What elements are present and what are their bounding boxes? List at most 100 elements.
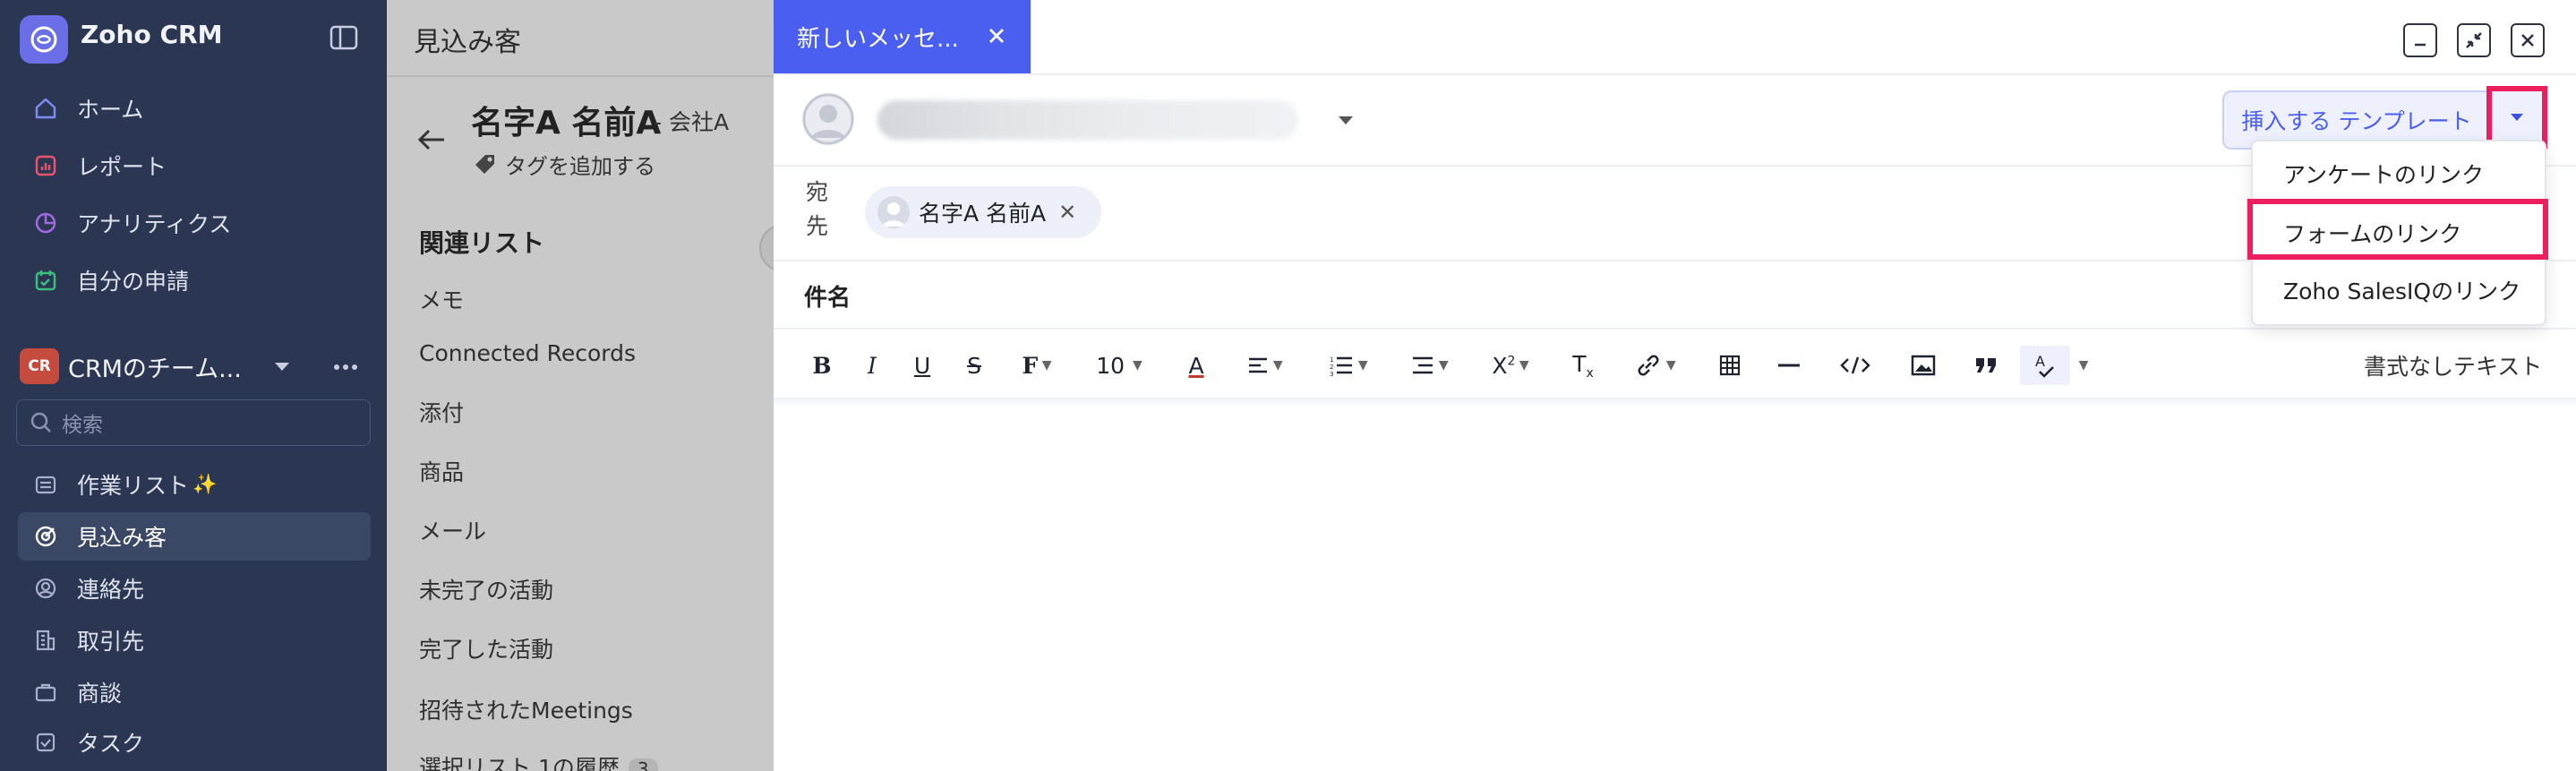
spellcheck-icon[interactable]: A xyxy=(2020,346,2070,385)
search-icon xyxy=(30,411,53,434)
sidebar-item-worklist[interactable]: 作業リスト ✨ xyxy=(18,460,371,509)
divider xyxy=(774,73,2576,75)
briefcase-icon xyxy=(30,677,61,707)
related-item-attachments[interactable]: 添付 xyxy=(419,396,464,428)
divider xyxy=(387,75,774,77)
font-family-icon[interactable]: F ▼ xyxy=(1010,346,1064,385)
lead-name: 名字A 名前A xyxy=(471,105,662,141)
app-name: Zoho CRM xyxy=(81,20,223,49)
sidebar-item-reports[interactable]: レポート xyxy=(18,141,371,190)
team-name[interactable]: CRMのチーム... xyxy=(68,349,242,384)
chevron-down-icon[interactable] xyxy=(269,355,295,380)
close-icon[interactable] xyxy=(983,21,1010,50)
sidebar-item-deals[interactable]: 商談 xyxy=(18,668,371,716)
recipient-name: 名字A 名前A xyxy=(919,201,1047,227)
italic-icon[interactable]: I xyxy=(856,346,888,385)
related-item-picklist-history[interactable]: 選択リスト 1の履歴 3 xyxy=(419,750,658,771)
subject-label: 件名 xyxy=(804,285,852,312)
quote-icon[interactable] xyxy=(1968,346,2004,385)
tag-icon xyxy=(471,151,500,178)
sidebar-item-label: 取引先 xyxy=(77,629,145,655)
sidebar-item-home[interactable]: ホーム xyxy=(18,84,371,133)
collapse-window-icon[interactable] xyxy=(2457,23,2491,57)
horizontal-line-icon[interactable] xyxy=(1771,346,1807,385)
sidebar-item-my-requests[interactable]: 自分の申請 xyxy=(18,256,371,304)
toolbar-divider xyxy=(774,398,2576,407)
message-tab-title: 新しいメッセ... xyxy=(797,25,959,53)
sidebar-item-accounts[interactable]: 取引先 xyxy=(18,616,371,664)
minimize-icon[interactable] xyxy=(2403,23,2437,57)
sidebar-item-label: タスク xyxy=(77,731,145,757)
image-icon[interactable] xyxy=(1905,346,1941,385)
add-tag-link[interactable]: タグを追加する xyxy=(471,149,655,180)
numbered-list-icon[interactable]: 123 ▼ xyxy=(1316,346,1381,385)
search-input[interactable]: 検索 xyxy=(16,399,371,446)
sidebar-item-analytics[interactable]: アナリティクス xyxy=(18,199,371,247)
font-size-value: 10 xyxy=(1096,352,1125,379)
related-item-invited-meetings[interactable]: 招待されたMeetings xyxy=(419,693,633,725)
search-placeholder: 検索 xyxy=(62,414,103,437)
code-icon[interactable] xyxy=(1836,346,1875,385)
svg-text:A: A xyxy=(2035,353,2045,370)
remove-recipient-icon[interactable]: ✕ xyxy=(1058,200,1076,225)
sparkle-icon: ✨ xyxy=(193,473,218,496)
zoho-crm-logo-icon xyxy=(20,15,68,64)
svg-text:2: 2 xyxy=(1330,364,1333,371)
back-arrow-icon[interactable] xyxy=(414,124,449,156)
related-item-open-activities[interactable]: 未完了の活動 xyxy=(419,573,553,605)
divider xyxy=(774,328,2576,330)
related-item-connected-records[interactable]: Connected Records xyxy=(419,340,636,366)
menu-item-survey-link[interactable]: アンケートのリンク xyxy=(2283,158,2484,190)
strikethrough-icon[interactable]: S xyxy=(958,346,990,385)
underline-icon[interactable]: U xyxy=(906,346,938,385)
leads-icon xyxy=(30,521,61,552)
text-color-icon[interactable]: A xyxy=(1178,346,1214,385)
sidebar-item-label: 商談 xyxy=(77,681,123,707)
spellcheck-dropdown-icon[interactable]: ▼ xyxy=(2072,346,2095,385)
sidebar-item-label: アナリティクス xyxy=(77,211,232,237)
more-options-icon[interactable] xyxy=(328,355,364,380)
task-icon xyxy=(30,727,61,758)
bold-icon[interactable]: B xyxy=(806,346,838,385)
recipient-avatar xyxy=(877,196,910,228)
table-icon[interactable] xyxy=(1712,346,1748,385)
sidebar-item-leads[interactable]: 見込み客 xyxy=(18,512,371,561)
related-item-emails[interactable]: メール xyxy=(419,514,486,546)
sidebar-collapse-icon[interactable] xyxy=(328,23,360,52)
related-item-notes[interactable]: メモ xyxy=(419,283,464,315)
sidebar-item-label: 自分の申請 xyxy=(77,269,190,295)
menu-item-salesiq-link[interactable]: Zoho SalesIQのリンク xyxy=(2283,274,2520,306)
clear-format-icon[interactable]: Tx xyxy=(1565,346,1601,385)
sidebar-item-label: ホーム xyxy=(77,97,144,123)
building-icon xyxy=(30,625,61,655)
sender-avatar xyxy=(802,93,854,145)
close-window-icon[interactable] xyxy=(2511,23,2545,57)
to-label: 宛先 xyxy=(806,179,829,239)
font-size-select[interactable]: 10 ▼ xyxy=(1085,346,1153,385)
svg-text:1: 1 xyxy=(1330,356,1333,364)
superscript-icon[interactable]: X2 ▼ xyxy=(1481,346,1540,385)
link-icon[interactable]: ▼ xyxy=(1622,346,1689,385)
sidebar-item-label: 見込み客 xyxy=(77,525,167,551)
reports-icon xyxy=(30,150,61,181)
requests-icon xyxy=(30,265,61,296)
sidebar: Zoho CRM ホーム レポート アナリティクス 自分の申請 CR CRMのチ… xyxy=(0,0,387,771)
related-item-products[interactable]: 商品 xyxy=(419,455,464,487)
recipient-chip[interactable]: 名字A 名前A ✕ xyxy=(865,186,1101,238)
home-icon xyxy=(30,93,61,124)
lead-company: - 会社A xyxy=(654,109,730,135)
indent-icon[interactable]: ▼ xyxy=(1399,346,1461,385)
plain-text-toggle[interactable]: 書式なしテキスト xyxy=(2364,349,2542,381)
chevron-down-icon[interactable] xyxy=(1334,111,1357,131)
analytics-icon xyxy=(30,208,61,238)
svg-text:3: 3 xyxy=(1330,371,1333,376)
sidebar-item-contacts[interactable]: 連絡先 xyxy=(18,564,371,613)
related-item-closed-activities[interactable]: 完了した活動 xyxy=(419,632,553,664)
insert-template-label: 挿入する テンプレート xyxy=(2241,108,2472,134)
sender-address-redacted xyxy=(877,100,1298,140)
add-tag-label: タグを追加する xyxy=(505,154,655,179)
align-icon[interactable]: ▼ xyxy=(1236,346,1295,385)
contacts-icon xyxy=(30,573,61,604)
related-item-label: 選択リスト 1の履歴 xyxy=(419,755,620,771)
sidebar-item-tasks[interactable]: タスク xyxy=(18,718,371,767)
